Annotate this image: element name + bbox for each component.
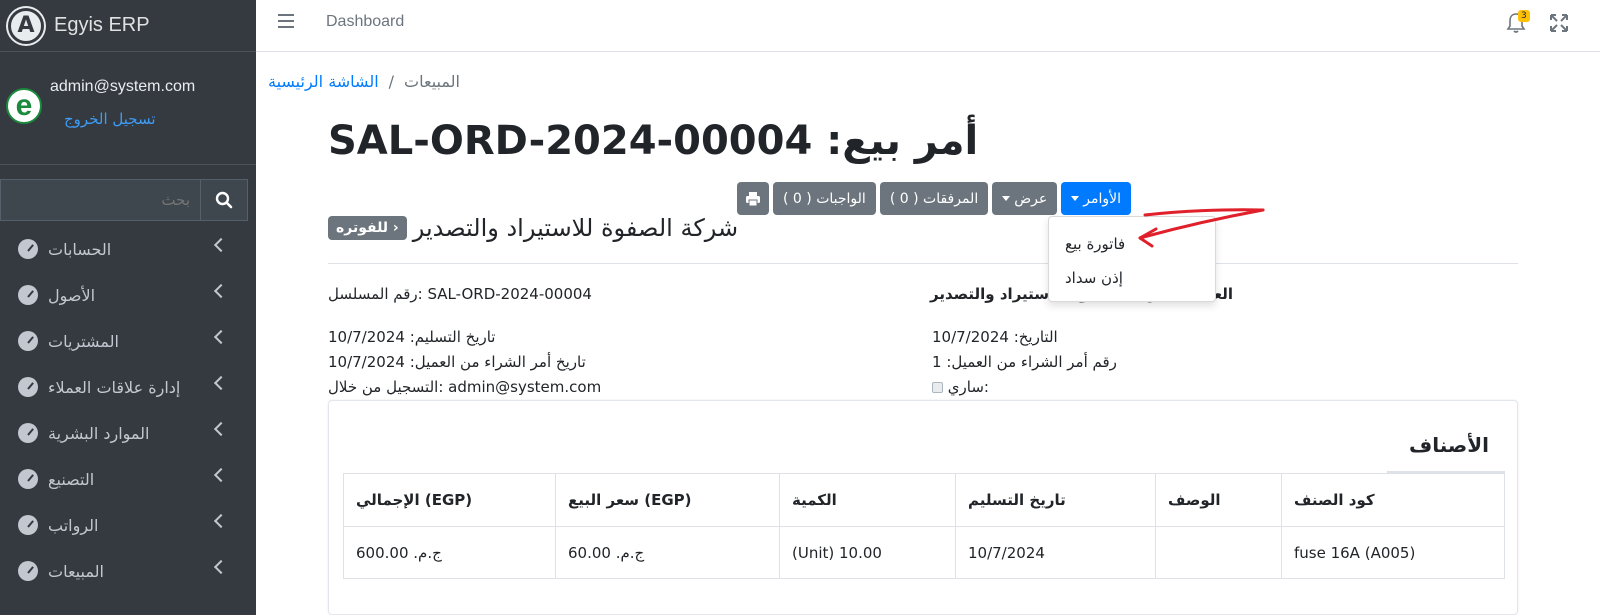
table-cell	[1155, 526, 1282, 579]
active-label: ساري:	[947, 378, 989, 396]
sidebar-item-sales[interactable]: المبيعات	[0, 548, 256, 594]
items-card: الأصناف الإجمالي (EGP) سعر البيع (EGP) ا…	[328, 400, 1518, 615]
sidebar-item-payroll[interactable]: الرواتب	[0, 502, 256, 548]
registered-by: التسجيل من خلال: admin@system.com	[328, 378, 602, 396]
customer-line: للفوتره › شركة الصفوة للاستيراد والتصدير	[328, 214, 738, 242]
menu-item-sales-invoice[interactable]: فاتورة بيع	[1049, 227, 1215, 261]
menu-toggle-icon[interactable]	[278, 14, 294, 28]
breadcrumb: الشاشة الرئيسية / المبيعات	[268, 72, 460, 91]
table-cell: ج.م.‏ 600.00	[343, 526, 556, 579]
customer-name: شركة الصفوة للاستيراد والتصدير	[412, 214, 739, 242]
chevron-left-icon	[213, 513, 229, 529]
logout-link[interactable]: تسجيل الخروج	[64, 110, 156, 128]
po-date: تاريخ أمر الشراء من العميل: 10/7/2024	[328, 353, 586, 371]
sidebar-search	[0, 179, 248, 221]
caret-down-icon	[1002, 196, 1011, 201]
menu-item-payment-voucher[interactable]: إذن سداد	[1049, 261, 1215, 295]
caret-down-icon	[1071, 196, 1080, 201]
printer-icon	[746, 191, 760, 206]
sidebar-item-assets[interactable]: الأصول	[0, 272, 256, 318]
chevron-left-icon	[213, 559, 229, 575]
table-cell: fuse 16A (A005)	[1281, 526, 1505, 579]
sidebar-item-hr[interactable]: الموارد البشرية	[0, 410, 256, 456]
topbar: Dashboard 3	[256, 0, 1600, 52]
tasks-button[interactable]: الواجبات ( 0 )	[773, 182, 876, 215]
table-cell: 10/7/2024	[955, 526, 1156, 579]
column-header: الوصف	[1155, 473, 1282, 527]
divider	[328, 263, 1518, 264]
sidebar-item-purchases[interactable]: المشتريات	[0, 318, 256, 364]
dashboard-gauge-icon	[18, 561, 38, 581]
breadcrumb-home-link[interactable]: الشاشة الرئيسية	[268, 72, 379, 91]
table-header-row: الإجمالي (EGP) سعر البيع (EGP) الكمية تا…	[343, 473, 1505, 527]
commands-label: الأوامر	[1083, 190, 1121, 207]
chevron-left-icon	[213, 329, 229, 345]
dashboard-gauge-icon	[18, 239, 38, 259]
search-input[interactable]	[0, 179, 200, 221]
serial-number: رقم المسلسل: SAL-ORD-2024-00004	[328, 285, 592, 303]
dashboard-gauge-icon	[18, 515, 38, 535]
sidebar-item-label: إدارة علاقات العملاء	[48, 377, 181, 397]
chevron-left-icon	[213, 421, 229, 437]
sidebar-item-label: المبيعات	[48, 561, 104, 581]
avatar: e	[6, 88, 42, 124]
column-header: الإجمالي (EGP)	[343, 473, 556, 527]
sidebar-item-accounts[interactable]: الحسابات	[0, 226, 256, 272]
brand[interactable]: A Egyis ERP	[0, 0, 256, 52]
sidebar-item-label: الحسابات	[48, 239, 112, 259]
breadcrumb-separator: /	[388, 72, 395, 91]
attachments-button[interactable]: المرفقات ( 0 )	[879, 182, 989, 215]
table-cell: ج.م.‏ 60.00	[555, 526, 780, 579]
user-email: admin@system.com	[50, 78, 196, 95]
active-checkbox[interactable]	[932, 382, 943, 393]
chevron-left-icon	[213, 283, 229, 299]
table-row[interactable]: ج.م.‏ 600.00 ج.م.‏ 60.00 (Unit) 10.00 10…	[343, 526, 1505, 579]
dashboard-gauge-icon	[18, 423, 38, 443]
sidebar-item-label: الموارد البشرية	[48, 423, 150, 443]
delivery-date: تاريخ التسليم: 10/7/2024	[328, 328, 496, 346]
dashboard-gauge-icon	[18, 469, 38, 489]
po-number: رقم أمر الشراء من العميل: 1	[932, 353, 1117, 371]
notification-badge: 3	[1518, 10, 1530, 22]
column-header: الكمية	[779, 473, 956, 527]
sidebar-item-crm[interactable]: إدارة علاقات العملاء	[0, 364, 256, 410]
chevron-left-icon	[213, 375, 229, 391]
action-toolbar: الواجبات ( 0 ) المرفقات ( 0 ) عرض الأوام…	[737, 182, 1131, 215]
sidebar-item-label: المشتريات	[48, 331, 119, 351]
commands-dropdown-menu: فاتورة بيع إذن سداد	[1048, 216, 1216, 302]
brand-logo: A	[8, 7, 44, 44]
status-badge: للفوتره ›	[328, 216, 407, 240]
brand-title: Egyis ERP	[54, 14, 150, 36]
table-cell: (Unit) 10.00	[779, 526, 956, 579]
search-icon	[215, 191, 233, 209]
sidebar-nav: الحسابات الأصول المشتريات إدارة علاقات ا…	[0, 226, 256, 594]
sidebar: A Egyis ERP e admin@system.com تسجيل الخ…	[0, 0, 256, 615]
sidebar-item-label: الأصول	[48, 285, 96, 305]
chevron-left-icon	[213, 237, 229, 253]
dashboard-gauge-icon	[18, 285, 38, 305]
column-header: سعر البيع (EGP)	[555, 473, 780, 527]
view-label: عرض	[1014, 190, 1048, 207]
column-header: تاريخ التسليم	[955, 473, 1156, 527]
search-button[interactable]	[200, 179, 248, 221]
sidebar-item-manufacturing[interactable]: التصنيع	[0, 456, 256, 502]
commands-dropdown-button[interactable]: الأوامر	[1061, 182, 1131, 215]
page-title: أمر بيع: SAL-ORD-2024-00004	[328, 118, 979, 164]
sidebar-item-label: الرواتب	[48, 515, 99, 535]
dashboard-gauge-icon	[18, 331, 38, 351]
items-table: الإجمالي (EGP) سعر البيع (EGP) الكمية تا…	[343, 473, 1505, 579]
view-dropdown-button[interactable]: عرض	[992, 182, 1058, 215]
items-card-title: الأصناف	[1409, 433, 1489, 457]
topbar-dashboard-link[interactable]: Dashboard	[326, 13, 404, 31]
breadcrumb-current: المبيعات	[404, 72, 460, 91]
print-button[interactable]	[737, 182, 769, 215]
order-date: التاريخ: 10/7/2024	[932, 328, 1058, 346]
column-header: كود الصنف	[1281, 473, 1505, 527]
dashboard-gauge-icon	[18, 377, 38, 397]
active-field: ساري:	[932, 378, 989, 396]
sidebar-item-label: التصنيع	[48, 469, 95, 489]
fullscreen-icon[interactable]	[1550, 14, 1568, 32]
chevron-left-icon	[213, 467, 229, 483]
